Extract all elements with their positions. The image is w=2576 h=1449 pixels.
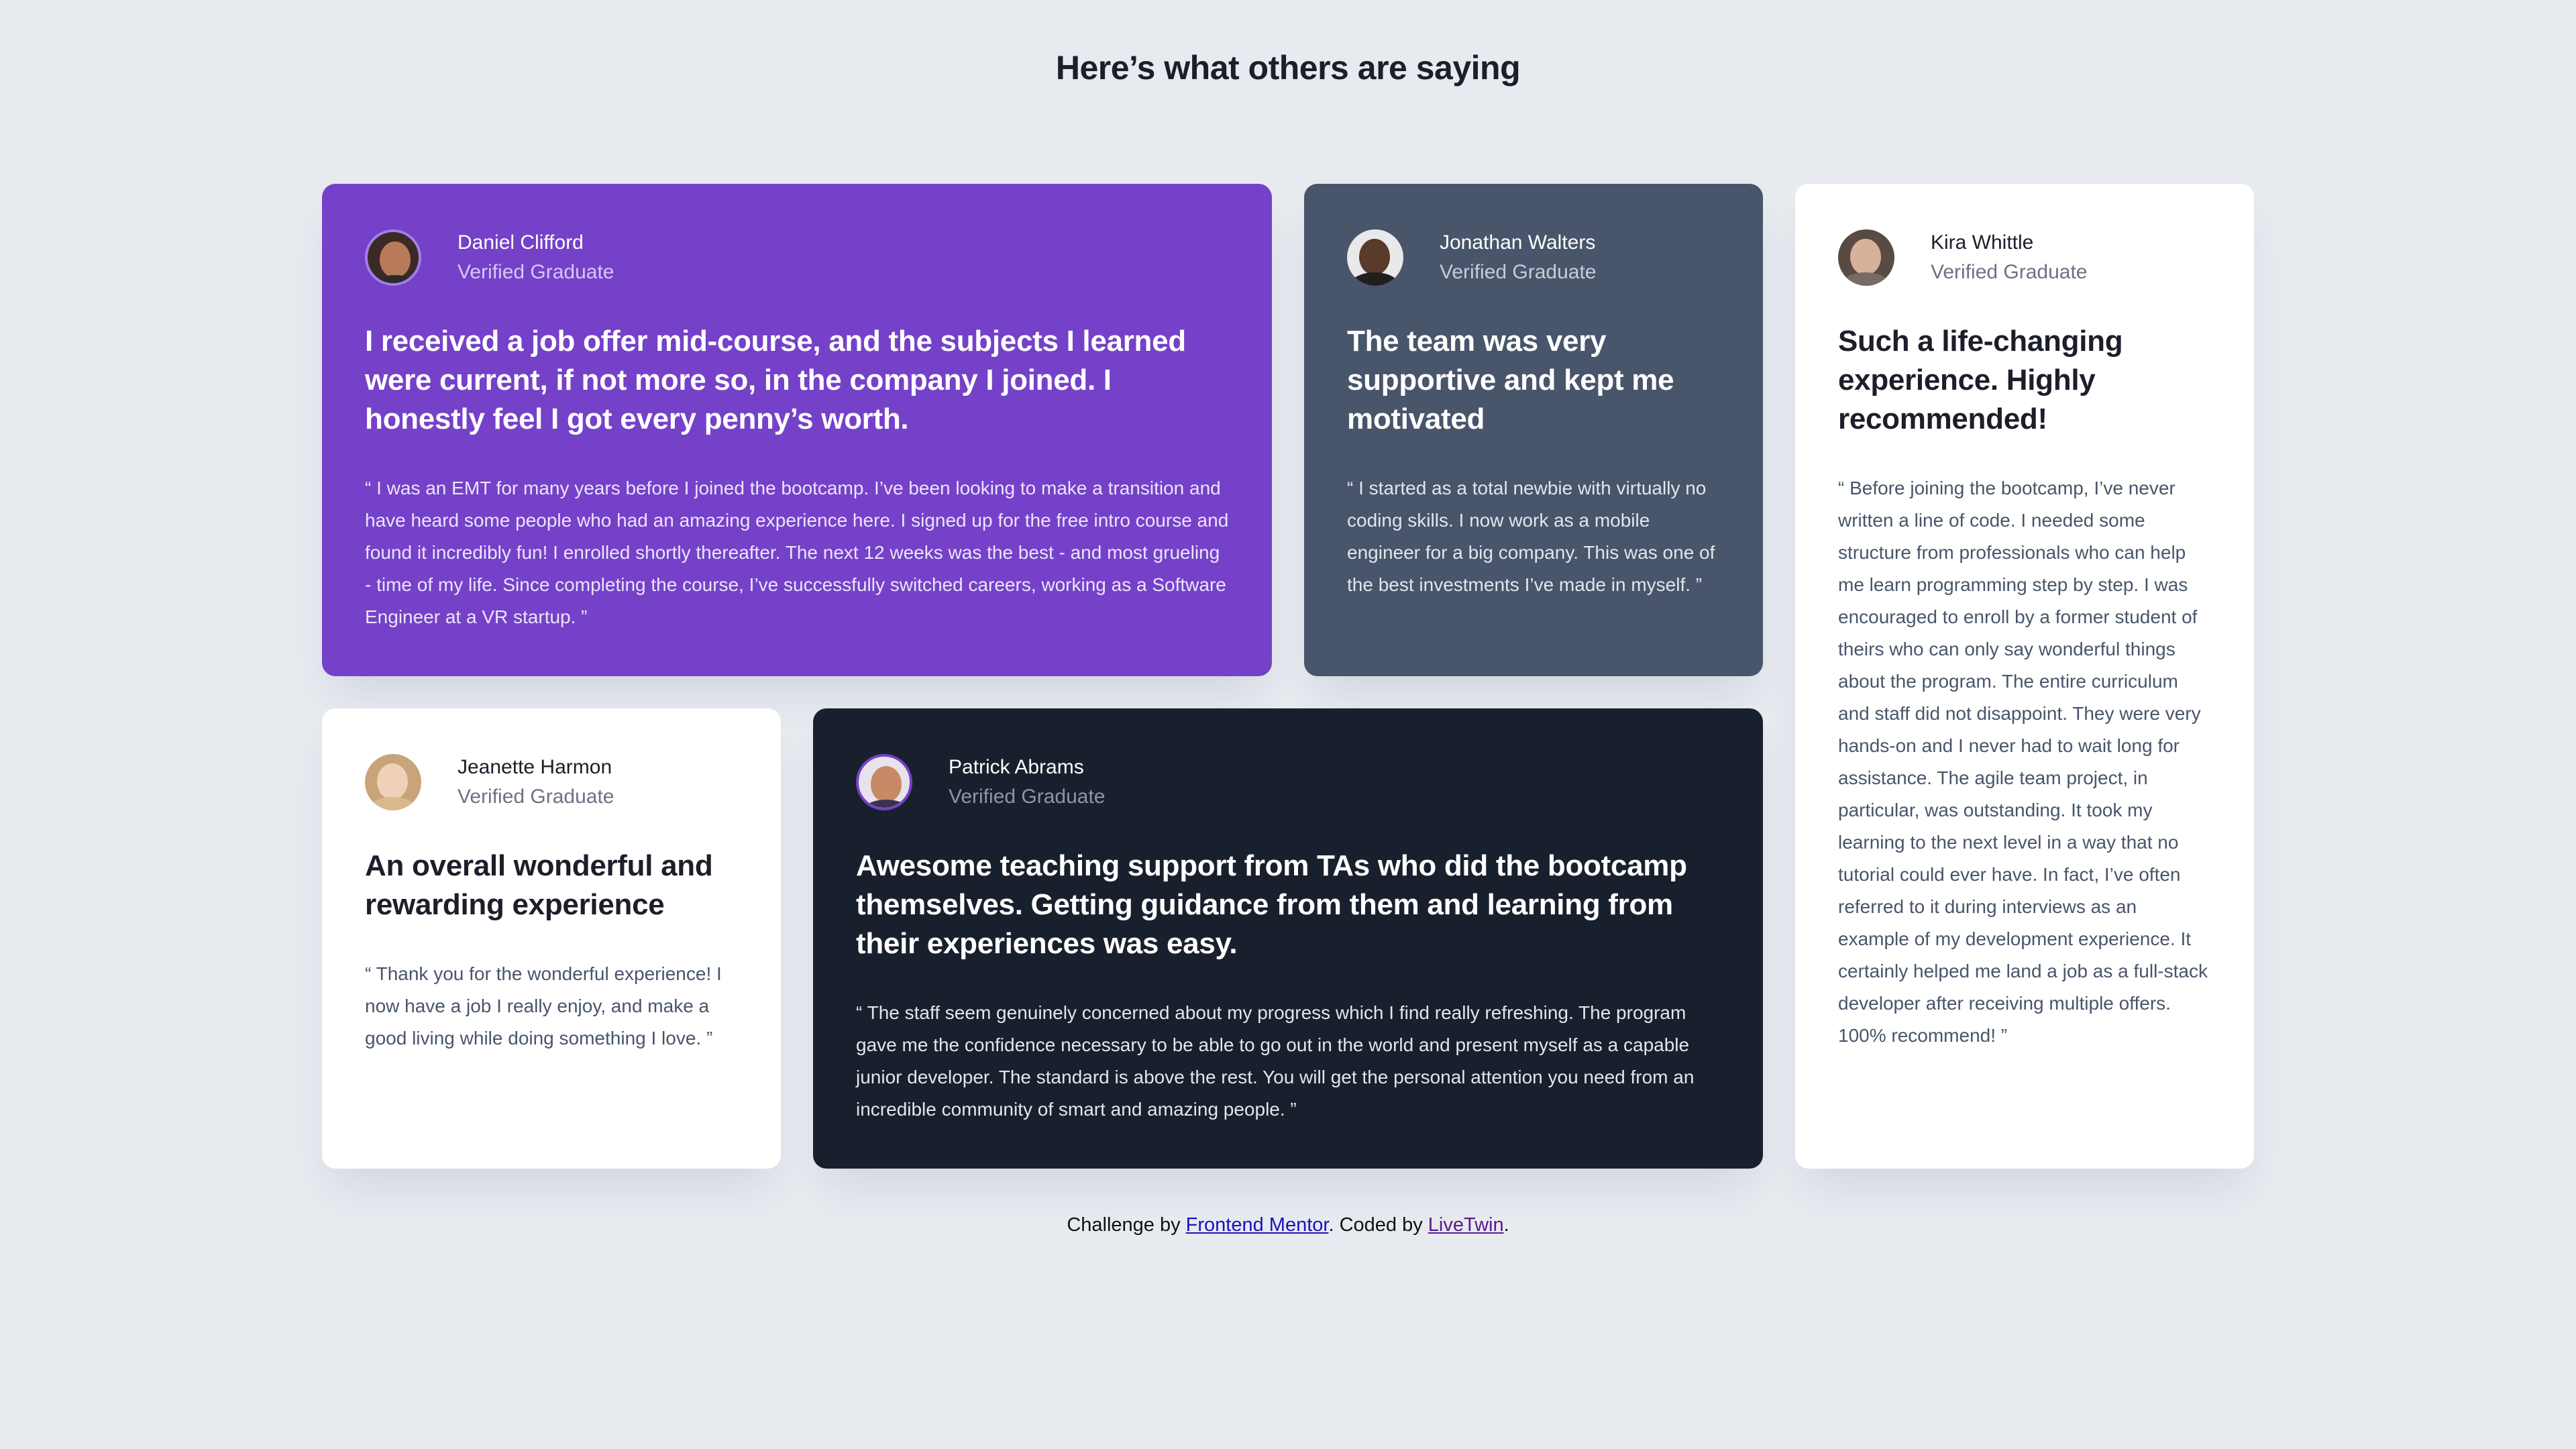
testimonial-headline: I received a job offer mid-course, and t… [365,325,1186,435]
author-name: Patrick Abrams [949,756,1084,778]
avatar [365,229,421,286]
author-name: Daniel Clifford [458,231,584,254]
author-name: Kira Whittle [1931,231,2034,254]
author-role: Verified Graduate [458,786,614,808]
testimonial-headline: Such a life-changing experience. Highly … [1838,325,2123,435]
testimonial-quote: “ I started as a total newbie with virtu… [1347,478,1715,595]
livetwin-link[interactable]: LiveTwin [1428,1214,1504,1236]
avatar [1347,229,1403,286]
testimonial-card-patrick: Patrick Abrams Verified Graduate Awesome… [813,708,1763,1169]
testimonial-quote: “ The staff seem genuinely concerned abo… [856,1002,1695,1120]
testimonial-headline: Awesome teaching support from TAs who di… [856,849,1687,960]
testimonial-quote: “ I was an EMT for many years before I j… [365,478,1229,627]
author-role: Verified Graduate [1440,261,1597,283]
avatar [1838,229,1894,286]
testimonial-card-daniel: Daniel Clifford Verified Graduate I rece… [322,184,1272,676]
avatar [856,754,912,810]
testimonial-card-jeanette: Jeanette Harmon Verified Graduate An ove… [322,708,781,1169]
testimonial-card-kira: Kira Whittle Verified Graduate Such a li… [1795,184,2254,1169]
frontend-mentor-link[interactable]: Frontend Mentor [1186,1214,1329,1236]
footer-prefix: Challenge by [1067,1214,1186,1236]
testimonial-headline: An overall wonderful and rewarding exper… [365,849,713,921]
attribution-footer: Challenge by Frontend Mentor. Coded by L… [0,1214,2576,1236]
testimonial-card-jonathan: Jonathan Walters Verified Graduate The t… [1304,184,1763,676]
author-name: Jeanette Harmon [458,756,612,778]
testimonial-headline: The team was very supportive and kept me… [1347,325,1674,435]
testimonial-quote: “ Thank you for the wonderful experience… [365,963,722,1049]
avatar [365,754,421,810]
testimonial-quote: “ Before joining the bootcamp, I’ve neve… [1838,478,2208,1046]
footer-suffix: . [1503,1214,1509,1236]
page-title: Here’s what others are saying [1055,49,1521,87]
author-role: Verified Graduate [1931,261,2088,283]
footer-middle: . Coded by [1328,1214,1428,1236]
author-role: Verified Graduate [458,261,614,283]
author-name: Jonathan Walters [1440,231,1596,254]
author-role: Verified Graduate [949,786,1106,808]
